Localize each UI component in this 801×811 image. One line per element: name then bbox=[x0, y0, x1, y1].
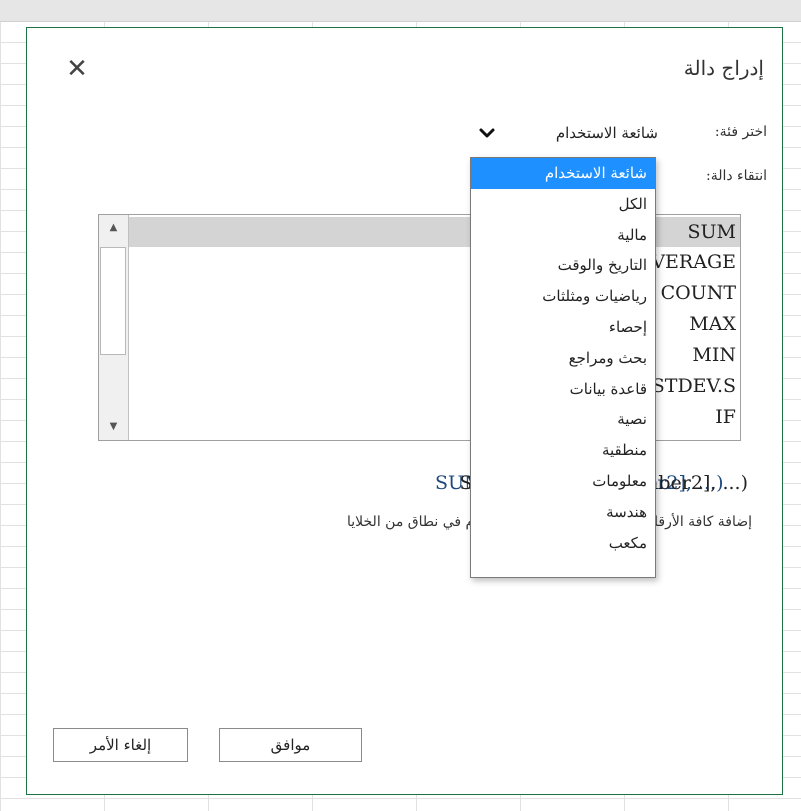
category-option-lookup[interactable]: بحث ومراجع bbox=[471, 343, 655, 374]
category-select[interactable]: شائعة الاستخدام bbox=[468, 119, 664, 147]
category-option-logical[interactable]: منطقية bbox=[471, 435, 655, 466]
category-option-information[interactable]: معلومات bbox=[471, 466, 655, 497]
function-select-label: انتقاء دالة: bbox=[705, 168, 767, 184]
category-dropdown-list[interactable]: شائعة الاستخدام الكل مالية التاريخ والوق… bbox=[470, 157, 656, 578]
scroll-up-icon[interactable]: ▲ bbox=[99, 215, 128, 241]
category-option-text[interactable]: نصية bbox=[471, 404, 655, 435]
category-option-date-time[interactable]: التاريخ والوقت bbox=[471, 250, 655, 281]
ok-button[interactable]: موافق bbox=[219, 728, 362, 762]
dialog-title: إدراج دالة bbox=[683, 56, 764, 80]
category-select-value: شائعة الاستخدام bbox=[555, 124, 658, 142]
category-label: اختر فئة: bbox=[714, 124, 767, 140]
category-option-database[interactable]: قاعدة بيانات bbox=[471, 374, 655, 405]
category-option-cube[interactable]: مكعب bbox=[471, 528, 655, 559]
category-option-engineering[interactable]: هندسة bbox=[471, 497, 655, 528]
insert-function-dialog: إدراج دالة ✕ اختر فئة: شائعة الاستخدام ا… bbox=[26, 27, 783, 795]
function-item-count[interactable]: COUNT bbox=[661, 278, 736, 308]
category-option-math-trig[interactable]: رياضيات ومثلثات bbox=[471, 281, 655, 312]
scroll-down-icon[interactable]: ▼ bbox=[99, 414, 128, 440]
category-option-statistical[interactable]: إحصاء bbox=[471, 312, 655, 343]
category-option-financial[interactable]: مالية bbox=[471, 220, 655, 251]
listbox-scrollbar[interactable]: ▲ ▼ bbox=[99, 215, 129, 440]
category-option-all[interactable]: الكل bbox=[471, 189, 655, 220]
cancel-button[interactable]: إلغاء الأمر bbox=[53, 728, 188, 762]
spreadsheet-header-strip bbox=[0, 0, 801, 22]
function-item-if[interactable]: IF bbox=[715, 402, 736, 432]
category-option-most-used[interactable]: شائعة الاستخدام bbox=[471, 158, 655, 189]
function-item-max[interactable]: MAX bbox=[689, 309, 736, 339]
function-item-stdev[interactable]: STDEV.S bbox=[652, 371, 736, 401]
function-item-sum[interactable]: SUM bbox=[688, 217, 736, 247]
function-item-min[interactable]: MIN bbox=[692, 340, 736, 370]
scrollbar-thumb[interactable] bbox=[100, 247, 126, 355]
chevron-down-icon bbox=[479, 128, 495, 138]
close-icon[interactable]: ✕ bbox=[65, 56, 89, 82]
